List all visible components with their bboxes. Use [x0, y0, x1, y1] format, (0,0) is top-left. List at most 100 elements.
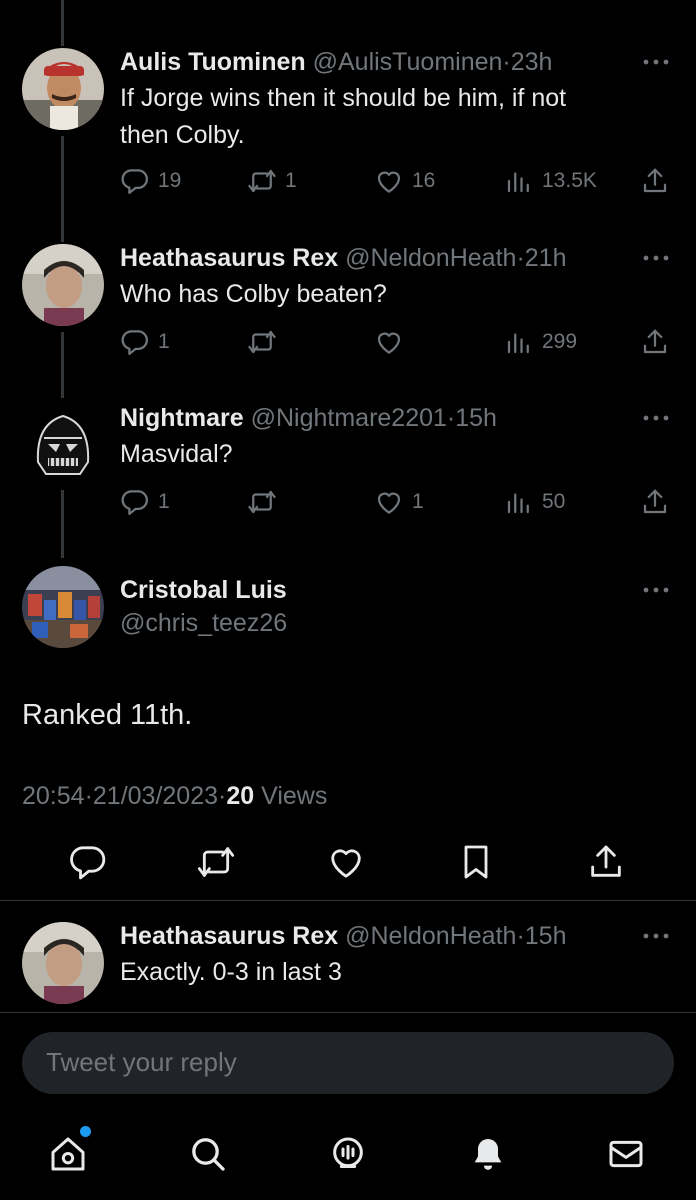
reply-icon — [121, 490, 148, 515]
main-tweet-text: Ranked 11th. — [22, 699, 193, 731]
meta-separator: · — [502, 48, 511, 76]
reply-input[interactable]: Tweet your reply — [22, 1032, 674, 1094]
thread-line-3 — [61, 490, 64, 558]
author-handle[interactable]: @NeldonHeath — [345, 922, 516, 950]
messages-icon[interactable] — [606, 1134, 646, 1174]
reply-icon — [121, 169, 148, 194]
retweet-icon — [248, 169, 276, 193]
share-icon — [643, 168, 667, 193]
more-options-icon[interactable] — [640, 52, 672, 72]
author-name[interactable]: Cristobal Luis — [120, 576, 287, 604]
share-button[interactable] — [640, 163, 670, 199]
author-handle[interactable]: @NeldonHeath — [345, 244, 516, 272]
share-icon — [643, 329, 667, 354]
reply-icon — [121, 330, 148, 355]
tweet-header: Heathasaurus Rex @NeldonHeath·21h — [120, 242, 566, 274]
retweet-icon[interactable] — [196, 842, 236, 882]
tweet-date[interactable]: 21/03/2023 — [93, 782, 218, 810]
views-chart-icon — [507, 493, 529, 514]
views-button[interactable]: 299 — [504, 324, 577, 360]
views-chart-icon — [507, 172, 529, 193]
main-tweet-name[interactable]: Cristobal Luis — [120, 574, 287, 606]
views-count: 20 — [226, 782, 255, 810]
meta-separator: · — [446, 404, 456, 432]
heart-icon[interactable] — [326, 842, 366, 882]
tweet-text-line: Who has Colby beaten? — [120, 280, 387, 308]
tweet-header: Aulis Tuominen @AulisTuominen·23h — [120, 46, 552, 78]
tweet-header: Heathasaurus Rex @NeldonHeath·15h — [120, 920, 566, 952]
tweet-time[interactable]: 23h — [511, 48, 553, 76]
heart-icon — [377, 171, 401, 193]
author-name[interactable]: Heathasaurus Rex — [120, 244, 338, 272]
retweet-icon — [248, 330, 276, 354]
spaces-icon[interactable] — [328, 1134, 368, 1174]
avatar[interactable] — [22, 402, 104, 484]
avatar[interactable] — [22, 244, 104, 326]
heart-icon — [377, 492, 401, 514]
reply-icon[interactable] — [68, 842, 108, 882]
tweet-text-line: If Jorge wins then it should be him, if … — [120, 84, 567, 112]
like-button[interactable] — [374, 324, 412, 360]
avatar[interactable] — [22, 48, 104, 130]
like-count: 16 — [412, 169, 436, 192]
author-handle[interactable]: @chris_teez26 — [120, 609, 287, 637]
share-icon — [643, 489, 667, 514]
reply-count: 1 — [158, 330, 170, 353]
main-tweet-handle[interactable]: @chris_teez26 — [120, 607, 287, 639]
tweet-time[interactable]: 20:54 — [22, 782, 85, 810]
divider — [0, 900, 696, 901]
bookmark-icon[interactable] — [456, 842, 496, 882]
reply-button[interactable]: 19 — [120, 163, 181, 199]
notification-dot — [80, 1126, 91, 1137]
tweet-time[interactable]: 15h — [525, 922, 567, 950]
tweet-timestamp-line: 20:54·21/03/2023·20 Views — [22, 782, 327, 811]
tweet-text: Exactly. 0-3 in last 3 — [120, 958, 342, 986]
author-handle[interactable]: @AulisTuominen — [313, 48, 503, 76]
tweet-header: Nightmare @Nightmare2201·15h — [120, 402, 497, 434]
tweet-time[interactable]: 21h — [525, 244, 567, 272]
avatar[interactable] — [22, 566, 104, 648]
tweet-text-line: Masvidal? — [120, 440, 233, 468]
share-icon[interactable] — [586, 842, 626, 882]
thread-line-1 — [61, 136, 64, 242]
avatar[interactable] — [22, 922, 104, 1004]
like-button[interactable]: 16 — [374, 163, 435, 199]
meta-separator: · — [84, 782, 93, 810]
tweet-text: If Jorge wins then it should be him, if … — [120, 80, 630, 154]
retweet-button[interactable]: 1 — [247, 163, 297, 199]
retweet-button[interactable] — [247, 324, 285, 360]
reply-count: 19 — [158, 169, 182, 192]
author-handle[interactable]: @Nightmare2201 — [251, 404, 447, 432]
reply-button[interactable]: 1 — [120, 484, 170, 520]
views-button[interactable]: 13.5K — [504, 163, 597, 199]
more-options-icon[interactable] — [640, 408, 672, 428]
more-options-icon[interactable] — [640, 580, 672, 600]
heart-icon — [377, 332, 401, 354]
views-label: Views — [261, 782, 328, 810]
share-button[interactable] — [640, 324, 670, 360]
author-name[interactable]: Heathasaurus Rex — [120, 922, 338, 950]
views-button[interactable]: 50 — [504, 484, 565, 520]
author-name[interactable]: Aulis Tuominen — [120, 48, 306, 76]
notifications-icon[interactable] — [468, 1134, 508, 1174]
thread-line-2 — [61, 332, 64, 398]
author-name[interactable]: Nightmare — [120, 404, 244, 432]
meta-separator: · — [516, 244, 525, 272]
home-icon[interactable] — [48, 1134, 88, 1174]
like-button[interactable]: 1 — [374, 484, 424, 520]
like-count: 1 — [412, 490, 424, 513]
views-count: 13.5K — [542, 169, 597, 192]
views-count: 50 — [542, 490, 566, 513]
tweet-text: Masvidal? — [120, 436, 630, 473]
search-icon[interactable] — [188, 1134, 228, 1174]
thread-line-top — [61, 0, 64, 46]
views-chart-icon — [507, 333, 529, 354]
share-button[interactable] — [640, 484, 670, 520]
more-options-icon[interactable] — [640, 248, 672, 268]
reply-count: 1 — [158, 490, 170, 513]
reply-button[interactable]: 1 — [120, 324, 170, 360]
more-options-icon[interactable] — [640, 926, 672, 946]
tweet-text-line: then Colby. — [120, 121, 245, 149]
retweet-button[interactable] — [247, 484, 285, 520]
tweet-time[interactable]: 15h — [455, 404, 497, 432]
